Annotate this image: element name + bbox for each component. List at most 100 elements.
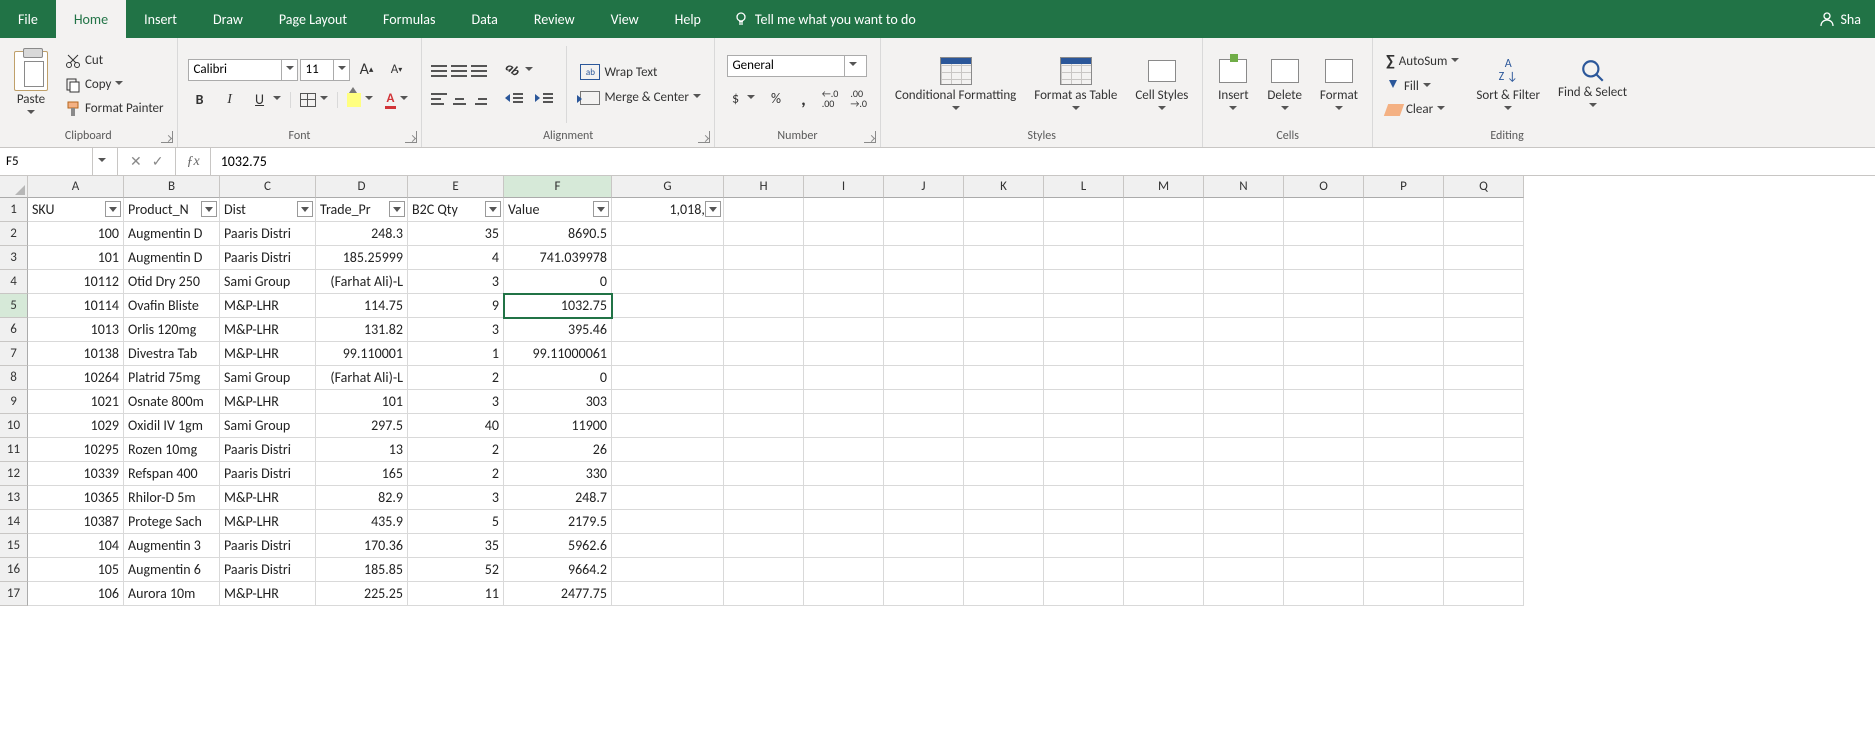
- fx-icon[interactable]: ƒx: [176, 148, 210, 175]
- header-cell[interactable]: Dist: [220, 198, 316, 222]
- data-cell[interactable]: [804, 582, 884, 606]
- data-cell[interactable]: [1204, 486, 1284, 510]
- tell-me-search[interactable]: Tell me what you want to do: [719, 0, 930, 38]
- data-cell[interactable]: 100: [28, 222, 124, 246]
- data-cell[interactable]: [1204, 414, 1284, 438]
- data-cell[interactable]: [612, 534, 724, 558]
- data-cell[interactable]: [724, 558, 804, 582]
- data-cell[interactable]: [612, 342, 724, 366]
- data-cell[interactable]: [964, 270, 1044, 294]
- conditional-formatting-button[interactable]: Conditional Formatting: [889, 53, 1022, 115]
- data-cell[interactable]: 248.7: [504, 486, 612, 510]
- data-cell[interactable]: 10365: [28, 486, 124, 510]
- data-cell[interactable]: [724, 510, 804, 534]
- data-cell[interactable]: [612, 390, 724, 414]
- sort-filter-button[interactable]: AZ ↓ Sort & Filter: [1470, 53, 1546, 115]
- data-cell[interactable]: Paaris Distri: [220, 246, 316, 270]
- header-cell[interactable]: B2C Qty: [408, 198, 504, 222]
- data-cell[interactable]: [1204, 390, 1284, 414]
- chevron-down-icon[interactable]: [333, 60, 349, 80]
- data-cell[interactable]: 114.75: [316, 294, 408, 318]
- data-cell[interactable]: [1124, 270, 1204, 294]
- data-cell[interactable]: [612, 510, 724, 534]
- data-cell[interactable]: 10387: [28, 510, 124, 534]
- data-cell[interactable]: 35: [408, 222, 504, 246]
- data-cell[interactable]: 8690.5: [504, 222, 612, 246]
- borders-button[interactable]: [295, 90, 333, 110]
- tab-review[interactable]: Review: [516, 0, 593, 38]
- data-cell[interactable]: [612, 318, 724, 342]
- data-cell[interactable]: [1444, 510, 1524, 534]
- data-cell[interactable]: 26: [504, 438, 612, 462]
- data-cell[interactable]: [1044, 486, 1124, 510]
- data-cell[interactable]: [964, 558, 1044, 582]
- row-header[interactable]: 15: [0, 534, 28, 558]
- data-cell[interactable]: Platrid 75mg: [124, 366, 220, 390]
- data-cell[interactable]: [884, 486, 964, 510]
- data-cell[interactable]: [1204, 558, 1284, 582]
- data-cell[interactable]: [612, 558, 724, 582]
- header-cell[interactable]: 1,018,16: [612, 198, 724, 222]
- data-cell[interactable]: 13: [316, 438, 408, 462]
- decrease-indent-button[interactable]: [500, 88, 528, 110]
- data-cell[interactable]: [884, 318, 964, 342]
- data-cell[interactable]: 435.9: [316, 510, 408, 534]
- data-cell[interactable]: [884, 270, 964, 294]
- data-cell[interactable]: [1204, 318, 1284, 342]
- filter-dropdown-button[interactable]: [389, 201, 405, 217]
- data-cell[interactable]: Paaris Distri: [220, 534, 316, 558]
- data-cell[interactable]: [612, 270, 724, 294]
- data-cell[interactable]: [1284, 582, 1364, 606]
- header-cell[interactable]: [964, 198, 1044, 222]
- data-cell[interactable]: 3: [408, 390, 504, 414]
- data-cell[interactable]: [964, 534, 1044, 558]
- data-cell[interactable]: 1029: [28, 414, 124, 438]
- data-cell[interactable]: 11900: [504, 414, 612, 438]
- data-cell[interactable]: [724, 462, 804, 486]
- data-cell[interactable]: [1124, 294, 1204, 318]
- column-header[interactable]: O: [1284, 176, 1364, 198]
- column-header[interactable]: I: [804, 176, 884, 198]
- filter-dropdown-button[interactable]: [593, 201, 609, 217]
- data-cell[interactable]: 10339: [28, 462, 124, 486]
- data-cell[interactable]: [964, 318, 1044, 342]
- column-header[interactable]: K: [964, 176, 1044, 198]
- data-cell[interactable]: [884, 462, 964, 486]
- column-header[interactable]: N: [1204, 176, 1284, 198]
- data-cell[interactable]: [612, 246, 724, 270]
- data-cell[interactable]: 99.110001: [316, 342, 408, 366]
- data-cell[interactable]: [1124, 558, 1204, 582]
- increase-decimal-button[interactable]: ←.0.00: [817, 86, 844, 112]
- header-cell[interactable]: [1124, 198, 1204, 222]
- row-header[interactable]: 6: [0, 318, 28, 342]
- data-cell[interactable]: 105: [28, 558, 124, 582]
- tab-formulas[interactable]: Formulas: [365, 0, 453, 38]
- data-cell[interactable]: [884, 366, 964, 390]
- data-cell[interactable]: 10112: [28, 270, 124, 294]
- data-cell[interactable]: 0: [504, 270, 612, 294]
- data-cell[interactable]: Protege Sach: [124, 510, 220, 534]
- header-cell[interactable]: [1364, 198, 1444, 222]
- data-cell[interactable]: [1124, 342, 1204, 366]
- filter-dropdown-button[interactable]: [201, 201, 217, 217]
- align-middle-button[interactable]: [450, 64, 468, 78]
- data-cell[interactable]: [964, 462, 1044, 486]
- column-header[interactable]: L: [1044, 176, 1124, 198]
- data-cell[interactable]: [1044, 582, 1124, 606]
- cut-button[interactable]: Cut: [60, 50, 169, 72]
- data-cell[interactable]: [1204, 462, 1284, 486]
- data-cell[interactable]: [1124, 534, 1204, 558]
- data-cell[interactable]: Paaris Distri: [220, 462, 316, 486]
- data-cell[interactable]: [884, 510, 964, 534]
- data-cell[interactable]: 2: [408, 462, 504, 486]
- data-cell[interactable]: 1013: [28, 318, 124, 342]
- row-header[interactable]: 7: [0, 342, 28, 366]
- delete-cells-button[interactable]: Delete: [1261, 53, 1308, 115]
- cell-styles-button[interactable]: Cell Styles: [1129, 53, 1194, 115]
- tab-insert[interactable]: Insert: [126, 0, 195, 38]
- data-cell[interactable]: M&P-LHR: [220, 342, 316, 366]
- data-cell[interactable]: [1364, 582, 1444, 606]
- chevron-down-icon[interactable]: [281, 60, 297, 80]
- data-cell[interactable]: 10295: [28, 438, 124, 462]
- data-cell[interactable]: [1204, 534, 1284, 558]
